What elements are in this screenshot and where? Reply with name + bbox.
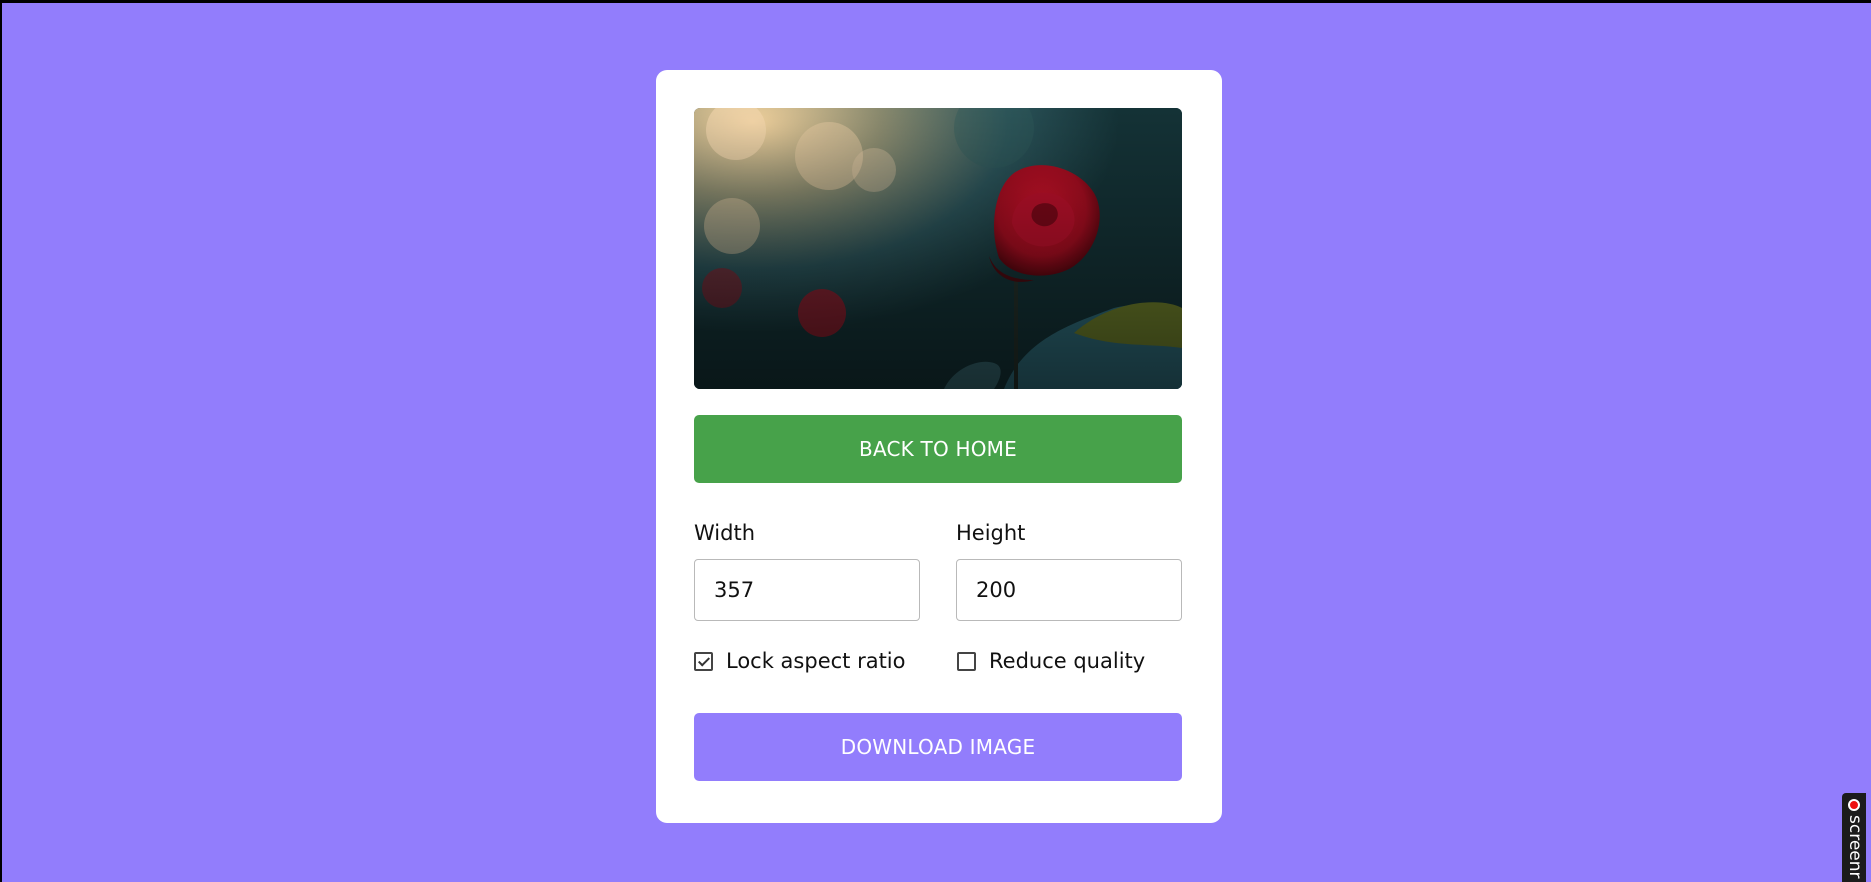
checkmark-icon — [697, 653, 711, 667]
lock-aspect-ratio-checkbox[interactable] — [694, 651, 713, 671]
width-input[interactable] — [694, 559, 920, 621]
rose-image — [694, 108, 1182, 389]
lock-aspect-ratio-option[interactable]: Lock aspect ratio — [694, 647, 906, 675]
reduce-quality-checkbox[interactable] — [957, 651, 976, 671]
reduce-quality-label: Reduce quality — [989, 649, 1146, 673]
height-label: Height — [956, 521, 1026, 545]
image-resizer-card: BACK TO HOME Width Height Lock aspect ra… — [656, 70, 1222, 823]
back-to-home-button[interactable]: BACK TO HOME — [694, 415, 1182, 483]
record-icon — [1848, 799, 1860, 811]
image-preview — [694, 108, 1182, 389]
recorder-label: screenr — [1845, 815, 1865, 879]
width-label: Width — [694, 521, 756, 545]
download-image-button[interactable]: DOWNLOAD IMAGE — [694, 713, 1182, 781]
screen-recorder-tab[interactable]: screenr — [1842, 793, 1866, 882]
height-input[interactable] — [956, 559, 1182, 621]
lock-aspect-ratio-label: Lock aspect ratio — [726, 649, 906, 673]
reduce-quality-option[interactable]: Reduce quality — [957, 647, 1145, 675]
